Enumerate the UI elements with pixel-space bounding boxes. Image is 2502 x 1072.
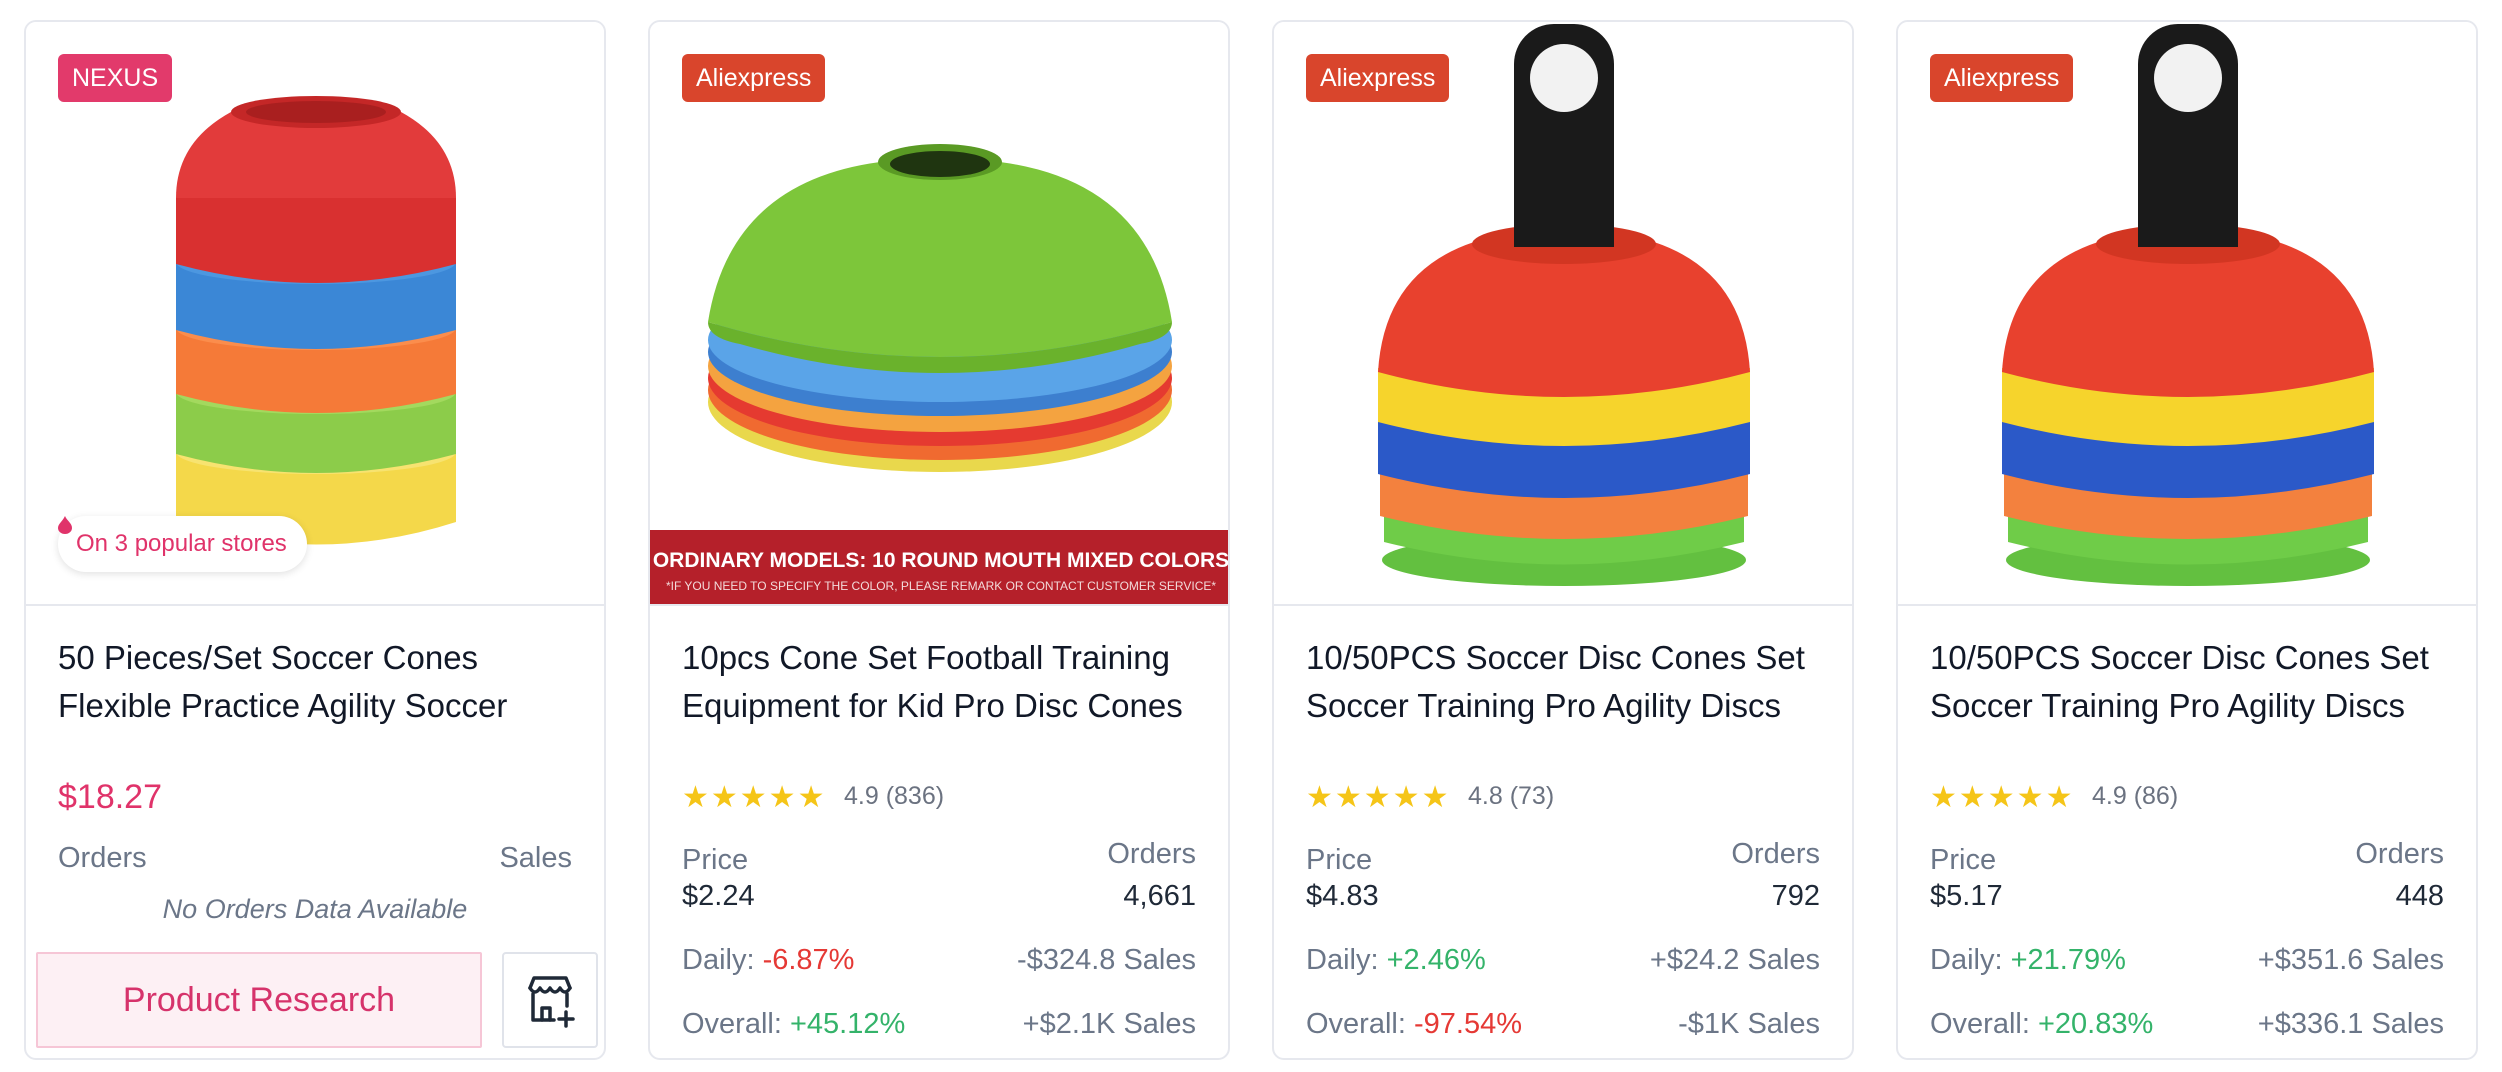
price-label: Price: [1930, 844, 1997, 876]
disc-cones-holder-image: [1378, 24, 1750, 586]
store-badge: NEXUS: [58, 54, 173, 102]
overall-row: Overall: +45.12%: [682, 1008, 905, 1041]
overall-sales: -$1K Sales: [1678, 1008, 1820, 1040]
overall-percent: +20.83%: [2037, 1008, 2154, 1040]
price-value: $5.17: [1930, 880, 2003, 912]
daily-label: Daily:: [682, 944, 755, 976]
store-badge: Aliexpress: [682, 54, 826, 102]
product-image[interactable]: Aliexpress: [1898, 22, 2476, 606]
daily-sales: +$24.2 Sales: [1649, 944, 1820, 976]
product-research-button[interactable]: Product Research: [36, 952, 482, 1048]
banner-line-2: *IF YOU NEED TO SPECIFY THE COLOR, PLEAS…: [666, 579, 1216, 593]
rating-text: 4.9 (836): [844, 782, 945, 810]
daily-row: Daily: +2.46%: [1306, 944, 1486, 977]
popular-stores-text: On 3 popular stores: [76, 530, 287, 557]
product-card[interactable]: Aliexpress 10/50PCS Soccer Disc Cones Se…: [1896, 20, 2478, 1060]
orders-value: 4,661: [1123, 880, 1196, 912]
daily-label: Daily:: [1306, 944, 1379, 976]
popular-stores-pill[interactable]: On 3 popular stores: [58, 516, 307, 572]
orders-value: 792: [1771, 880, 1820, 912]
overall-percent: -97.54%: [1413, 1008, 1522, 1040]
product-title[interactable]: 10pcs Cone Set Football Training Equipme…: [682, 634, 1202, 730]
product-price: $18.27: [58, 778, 162, 816]
rating-text: 4.9 (86): [2092, 782, 2179, 810]
overall-sales: +$2.1K Sales: [1022, 1008, 1196, 1040]
product-title[interactable]: 10/50PCS Soccer Disc Cones Set Soccer Tr…: [1306, 634, 1826, 730]
rating-stars-icon: ★★★★★: [1306, 781, 1451, 814]
store-badge: Aliexpress: [1306, 54, 1450, 102]
price-label: Price: [682, 844, 749, 876]
product-image[interactable]: ORDINARY MODELS: 10 ROUND MOUTH MIXED CO…: [650, 22, 1228, 606]
disc-cones-holder-image: [2002, 24, 2374, 586]
rating-stars-icon: ★★★★★: [682, 781, 827, 814]
product-card[interactable]: NEXUS On 3 popular stores 50 Pieces/Set …: [24, 20, 606, 1060]
product-image[interactable]: Aliexpress: [1274, 22, 1852, 606]
orders-label: Orders: [1107, 838, 1196, 870]
store-add-icon: [528, 976, 575, 1028]
daily-sales: -$324.8 Sales: [1017, 944, 1196, 976]
price-label: Price: [1306, 844, 1373, 876]
product-title[interactable]: 10/50PCS Soccer Disc Cones Set Soccer Tr…: [1930, 634, 2450, 730]
store-badge: Aliexpress: [1930, 54, 2074, 102]
daily-row: Daily: -6.87%: [682, 944, 854, 977]
daily-percent: +21.79%: [2010, 944, 2126, 976]
overall-label: Overall:: [1306, 1008, 1406, 1040]
orders-label: Orders: [1731, 838, 1820, 870]
orders-label: Orders: [58, 842, 147, 874]
add-to-store-button[interactable]: [502, 952, 598, 1048]
daily-label: Daily:: [1930, 944, 2003, 976]
daily-percent: -6.87%: [762, 944, 855, 976]
daily-percent: +2.46%: [1386, 944, 1486, 976]
overall-row: Overall: -97.54%: [1306, 1008, 1522, 1041]
sales-label: Sales: [499, 842, 572, 874]
orders-value: 448: [2395, 880, 2444, 912]
orders-label: Orders: [2355, 838, 2444, 870]
price-value: $2.24: [682, 880, 755, 912]
rating-text: 4.8 (73): [1468, 782, 1555, 810]
price-value: $4.83: [1306, 880, 1379, 912]
overall-row: Overall: +20.83%: [1930, 1008, 2153, 1041]
product-title[interactable]: 50 Pieces/Set Soccer Cones Flexible Prac…: [58, 634, 578, 730]
overall-label: Overall:: [682, 1008, 782, 1040]
fire-icon: [58, 516, 72, 534]
product-card[interactable]: ORDINARY MODELS: 10 ROUND MOUTH MIXED CO…: [648, 20, 1230, 1060]
overall-percent: +45.12%: [789, 1008, 906, 1040]
product-image[interactable]: NEXUS On 3 popular stores: [26, 22, 604, 606]
overall-label: Overall:: [1930, 1008, 2030, 1040]
overall-sales: +$336.1 Sales: [2257, 1008, 2444, 1040]
green-disc-cones-image: ORDINARY MODELS: 10 ROUND MOUTH MIXED CO…: [650, 144, 1228, 604]
daily-sales: +$351.6 Sales: [2257, 944, 2444, 976]
product-card[interactable]: Aliexpress 10/50PCS Soccer Disc Cones Se…: [1272, 20, 1854, 1060]
daily-row: Daily: +21.79%: [1930, 944, 2126, 977]
no-orders-message: No Orders Data Available: [162, 894, 468, 924]
rating-stars-icon: ★★★★★: [1930, 781, 2075, 814]
banner-line-1: ORDINARY MODELS: 10 ROUND MOUTH MIXED CO…: [653, 549, 1228, 572]
